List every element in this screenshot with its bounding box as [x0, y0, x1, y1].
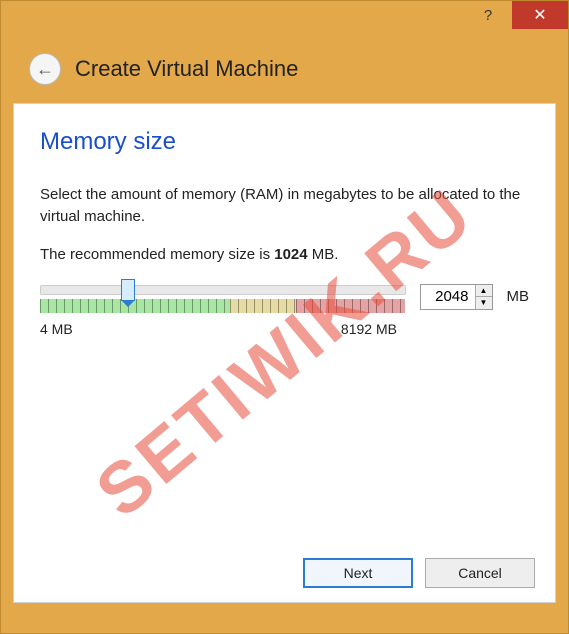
- slider-zone-warn: [230, 299, 296, 313]
- back-arrow-icon: ←: [36, 59, 54, 80]
- memory-input[interactable]: [421, 286, 475, 307]
- next-button[interactable]: Next: [303, 558, 413, 588]
- slider-thumb[interactable]: [121, 279, 135, 301]
- titlebar: ? ✕: [1, 1, 568, 41]
- close-button[interactable]: ✕: [512, 1, 568, 29]
- section-title: Memory size: [40, 128, 529, 156]
- memory-slider[interactable]: [40, 279, 406, 315]
- slider-track: [40, 285, 406, 295]
- dialog-window: ? ✕ ← Create Virtual Machine Memory size…: [0, 0, 569, 634]
- header: ← Create Virtual Machine: [1, 41, 568, 103]
- spinner-up-icon[interactable]: ▲: [476, 285, 492, 297]
- help-button[interactable]: ?: [464, 1, 512, 29]
- slider-max-label: 8192 MB: [341, 321, 397, 337]
- recommendation-text: The recommended memory size is 1024 MB.: [40, 246, 529, 263]
- slider-min-label: 4 MB: [40, 321, 73, 337]
- slider-ticks: [40, 299, 406, 313]
- spinner-down-icon[interactable]: ▼: [476, 297, 492, 309]
- back-button[interactable]: ←: [29, 53, 61, 85]
- content-panel: Memory size Select the amount of memory …: [13, 103, 556, 603]
- description-text: Select the amount of memory (RAM) in meg…: [40, 184, 529, 228]
- slider-zone-safe: [40, 299, 230, 313]
- recommend-prefix: The recommended memory size is: [40, 246, 274, 263]
- recommend-suffix: MB.: [308, 246, 339, 263]
- page-title: Create Virtual Machine: [75, 56, 298, 82]
- footer-buttons: Next Cancel: [303, 558, 535, 588]
- slider-zone-danger: [296, 299, 406, 313]
- spinner-buttons: ▲ ▼: [475, 285, 492, 309]
- unit-label: MB: [507, 288, 530, 305]
- cancel-button[interactable]: Cancel: [425, 558, 535, 588]
- memory-slider-row: ▲ ▼ MB: [40, 279, 529, 315]
- recommend-value: 1024: [274, 246, 307, 263]
- slider-range-labels: 4 MB 8192 MB: [40, 321, 397, 337]
- memory-spinner[interactable]: ▲ ▼: [420, 284, 493, 310]
